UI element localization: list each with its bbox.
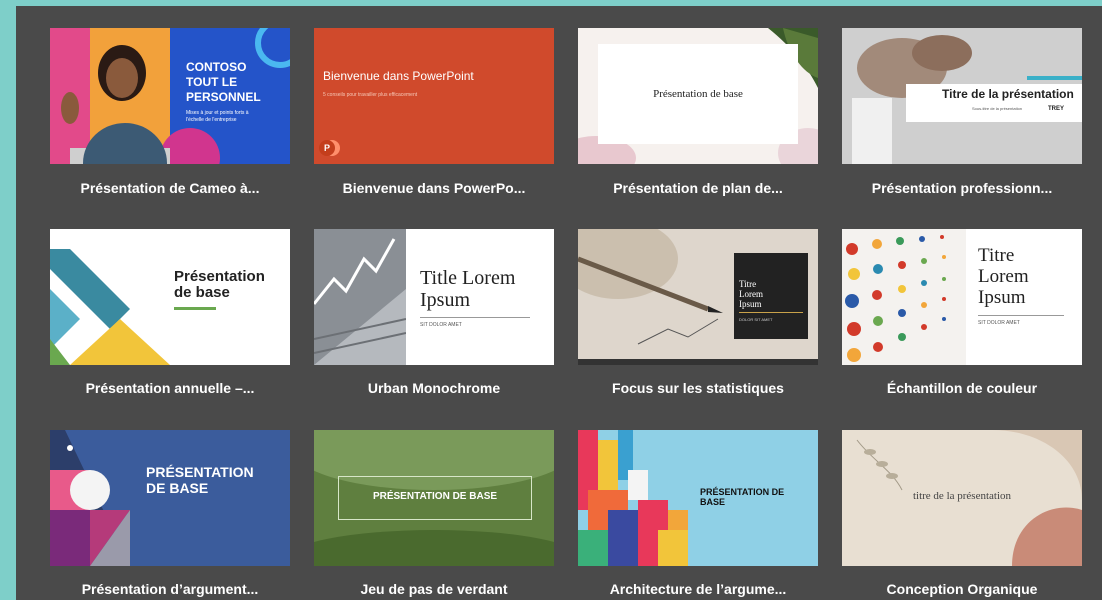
- focus-thumb-line3: Ipsum: [739, 299, 762, 309]
- template-caption-cameo[interactable]: Présentation de Cameo à...: [50, 180, 290, 196]
- echantillon-thumb-line1: Titre: [978, 245, 1015, 266]
- echantillon-thumb-line2: Lorem: [978, 266, 1029, 287]
- focus-thumb-subtitle: DOLOR SIT AMET: [739, 317, 773, 322]
- focus-thumb-line1: Titre: [739, 279, 757, 289]
- professionnelle-thumb-title: Titre de la présentation: [942, 87, 1074, 101]
- template-caption-argument[interactable]: Présentation d’argument...: [50, 581, 290, 597]
- template-thumbnail-plan[interactable]: Présentation de base: [578, 28, 818, 164]
- urban-thumb-divider: [420, 317, 530, 318]
- template-gallery: CONTOSO TOUT LE PERSONNEL Mises à jour e…: [16, 6, 1102, 600]
- professionnelle-thumb-logo: TREY: [1048, 106, 1065, 112]
- cameo-thumb-subtitle: Mises à jour et points forts à l'échelle…: [186, 110, 249, 123]
- template-caption-professionnelle[interactable]: Présentation professionn...: [842, 180, 1082, 196]
- focus-thumb-rule: [739, 312, 803, 313]
- architecture-thumb-line1: PRÉSENTATION DE: [700, 487, 785, 497]
- template-thumbnail-urban[interactable]: Title Lorem Ipsum SIT DOLOR AMET: [314, 229, 554, 365]
- bienvenue-thumb-title: Bienvenue dans PowerPoint: [323, 69, 474, 83]
- focus-thumb-line2: Lorem: [739, 289, 763, 299]
- urban-thumb-line2: Ipsum: [420, 289, 470, 311]
- template-thumbnail-bienvenue[interactable]: Bienvenue dans PowerPoint 5 conseils pou…: [314, 28, 554, 164]
- template-thumbnail-focus[interactable]: Titre Lorem Ipsum DOLOR SIT AMET: [578, 229, 818, 365]
- echantillon-thumb-subtitle: SIT DOLOR AMET: [978, 320, 1020, 326]
- template-thumbnail-professionnelle[interactable]: Titre de la présentation Sous-titre de l…: [842, 28, 1082, 164]
- echantillon-thumb-line3: Ipsum: [978, 287, 1026, 308]
- echantillon-thumbnail-art: [842, 229, 966, 365]
- cameo-thumb-line2: TOUT LE: [186, 75, 238, 89]
- cameo-thumb-line1: CONTOSO: [186, 60, 247, 74]
- template-thumbnail-echantillon[interactable]: Titre Lorem Ipsum SIT DOLOR AMET: [842, 229, 1082, 365]
- template-caption-focus[interactable]: Focus sur les statistiques: [578, 380, 818, 396]
- template-thumbnail-argument[interactable]: PRÉSENTATION DE BASE: [50, 430, 290, 566]
- template-caption-verdant[interactable]: Jeu de pas de verdant: [314, 581, 554, 597]
- template-caption-organique[interactable]: Conception Organique: [842, 581, 1082, 597]
- argument-thumbnail-art: [50, 430, 290, 566]
- annuelle-thumb-line2: de base: [174, 284, 230, 301]
- template-caption-echantillon[interactable]: Échantillon de couleur: [842, 380, 1082, 396]
- template-thumbnail-organique[interactable]: titre de la présentation: [842, 430, 1082, 566]
- organique-thumb-title: titre de la présentation: [912, 490, 1012, 502]
- bienvenue-thumb-subtitle: 5 conseils pour travailler plus efficace…: [323, 92, 418, 98]
- architecture-thumb-line2: BASE: [700, 497, 726, 507]
- annuelle-thumb-line1: Présentation: [174, 268, 265, 285]
- argument-thumb-line1: PRÉSENTATION: [146, 464, 254, 480]
- urban-thumbnail-art: [314, 229, 406, 365]
- template-caption-architecture[interactable]: Architecture de l’argume...: [578, 581, 818, 597]
- template-caption-bienvenue[interactable]: Bienvenue dans PowerPo...: [314, 180, 554, 196]
- template-thumbnail-architecture[interactable]: PRÉSENTATION DE BASE: [578, 430, 818, 566]
- template-thumbnail-annuelle[interactable]: Présentation de base: [50, 229, 290, 365]
- verdant-thumb-title: PRÉSENTATION DE BASE: [372, 491, 498, 502]
- powerpoint-logo-icon: P: [319, 140, 335, 156]
- echantillon-thumb-divider: [978, 315, 1064, 316]
- urban-thumb-subtitle: SIT DOLOR AMET: [420, 322, 462, 328]
- template-caption-annuelle[interactable]: Présentation annuelle –...: [50, 380, 290, 396]
- plan-thumb-title: Présentation de base: [653, 88, 743, 100]
- annuelle-thumb-underline: [174, 307, 216, 310]
- professionnelle-thumb-subtitle: Sous-titre de la présentation: [972, 106, 1023, 111]
- argument-thumb-line2: DE BASE: [146, 480, 209, 496]
- template-thumbnail-verdant[interactable]: PRÉSENTATION DE BASE: [314, 430, 554, 566]
- urban-thumb-line1: Title Lorem: [420, 267, 516, 289]
- template-caption-urban[interactable]: Urban Monochrome: [314, 380, 554, 396]
- template-thumbnail-cameo[interactable]: CONTOSO TOUT LE PERSONNEL Mises à jour e…: [50, 28, 290, 164]
- cameo-thumb-line3: PERSONNEL: [186, 90, 261, 104]
- template-caption-plan[interactable]: Présentation de plan de...: [578, 180, 818, 196]
